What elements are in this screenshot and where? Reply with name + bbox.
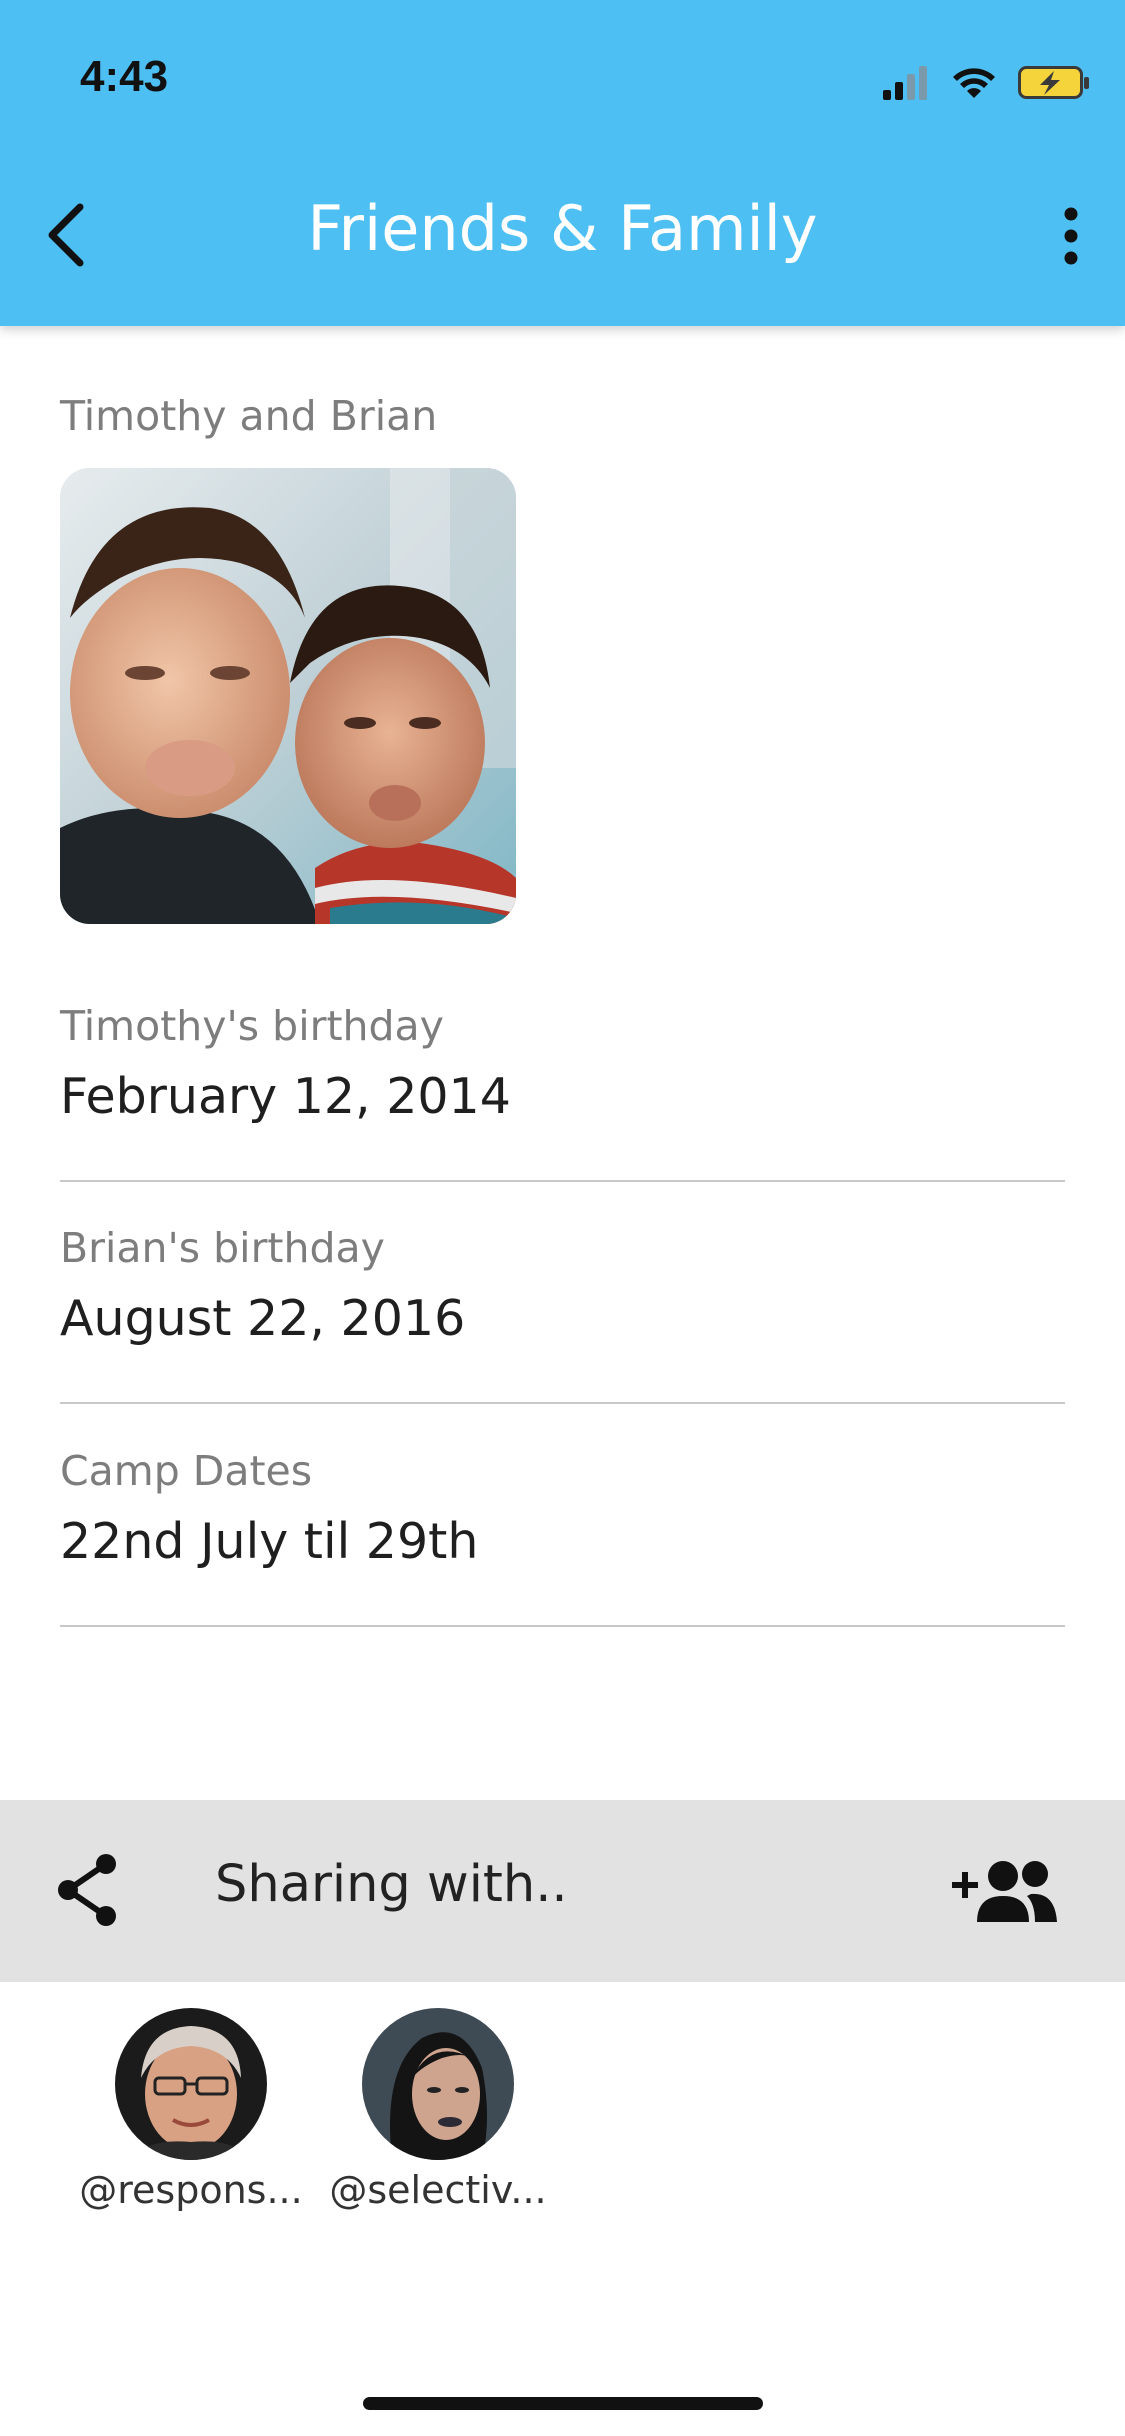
home-indicator[interactable] xyxy=(363,2397,763,2410)
sharer-item[interactable]: @selectiv... xyxy=(323,2008,553,2212)
photo-label: Timothy and Brian xyxy=(60,392,438,440)
battery-icon xyxy=(1018,66,1089,99)
photo-image xyxy=(60,468,516,924)
field-value: February 12, 2014 xyxy=(60,1068,511,1125)
field-label: Brian's birthday xyxy=(60,1224,385,1272)
sharing-label: Sharing with.. xyxy=(215,1855,568,1914)
avatar xyxy=(115,2008,267,2160)
field-timothy-birthday[interactable]: Timothy's birthday February 12, 2014 xyxy=(60,1002,1065,1182)
sharer-handle: @selectiv... xyxy=(329,2168,547,2212)
share-icon[interactable] xyxy=(52,1850,122,1930)
shared-with-list: @respons... @selectiv... xyxy=(0,2008,1125,2228)
page-title: Friends & Family xyxy=(307,192,818,265)
status-time: 4:43 xyxy=(80,52,169,101)
field-brian-birthday[interactable]: Brian's birthday August 22, 2016 xyxy=(60,1224,1065,1404)
contact-photo[interactable] xyxy=(60,468,516,924)
wifi-icon xyxy=(953,68,995,98)
avatar xyxy=(362,2008,514,2160)
sharing-bar: Sharing with.. xyxy=(0,1800,1125,1982)
status-icons xyxy=(883,66,1089,100)
app-header: 4:43 Friends & Family xyxy=(0,0,1125,326)
add-people-icon[interactable] xyxy=(949,1856,1059,1926)
sharer-handle: @respons... xyxy=(79,2168,303,2212)
field-camp-dates[interactable]: Camp Dates 22nd July til 29th xyxy=(60,1447,1065,1627)
sharer-item[interactable]: @respons... xyxy=(76,2008,306,2212)
field-label: Camp Dates xyxy=(60,1447,313,1495)
field-value: 22nd July til 29th xyxy=(60,1513,479,1570)
field-label: Timothy's birthday xyxy=(60,1002,444,1050)
field-value: August 22, 2016 xyxy=(60,1290,466,1347)
signal-icon xyxy=(883,66,927,100)
more-vertical-icon[interactable] xyxy=(1045,200,1097,272)
